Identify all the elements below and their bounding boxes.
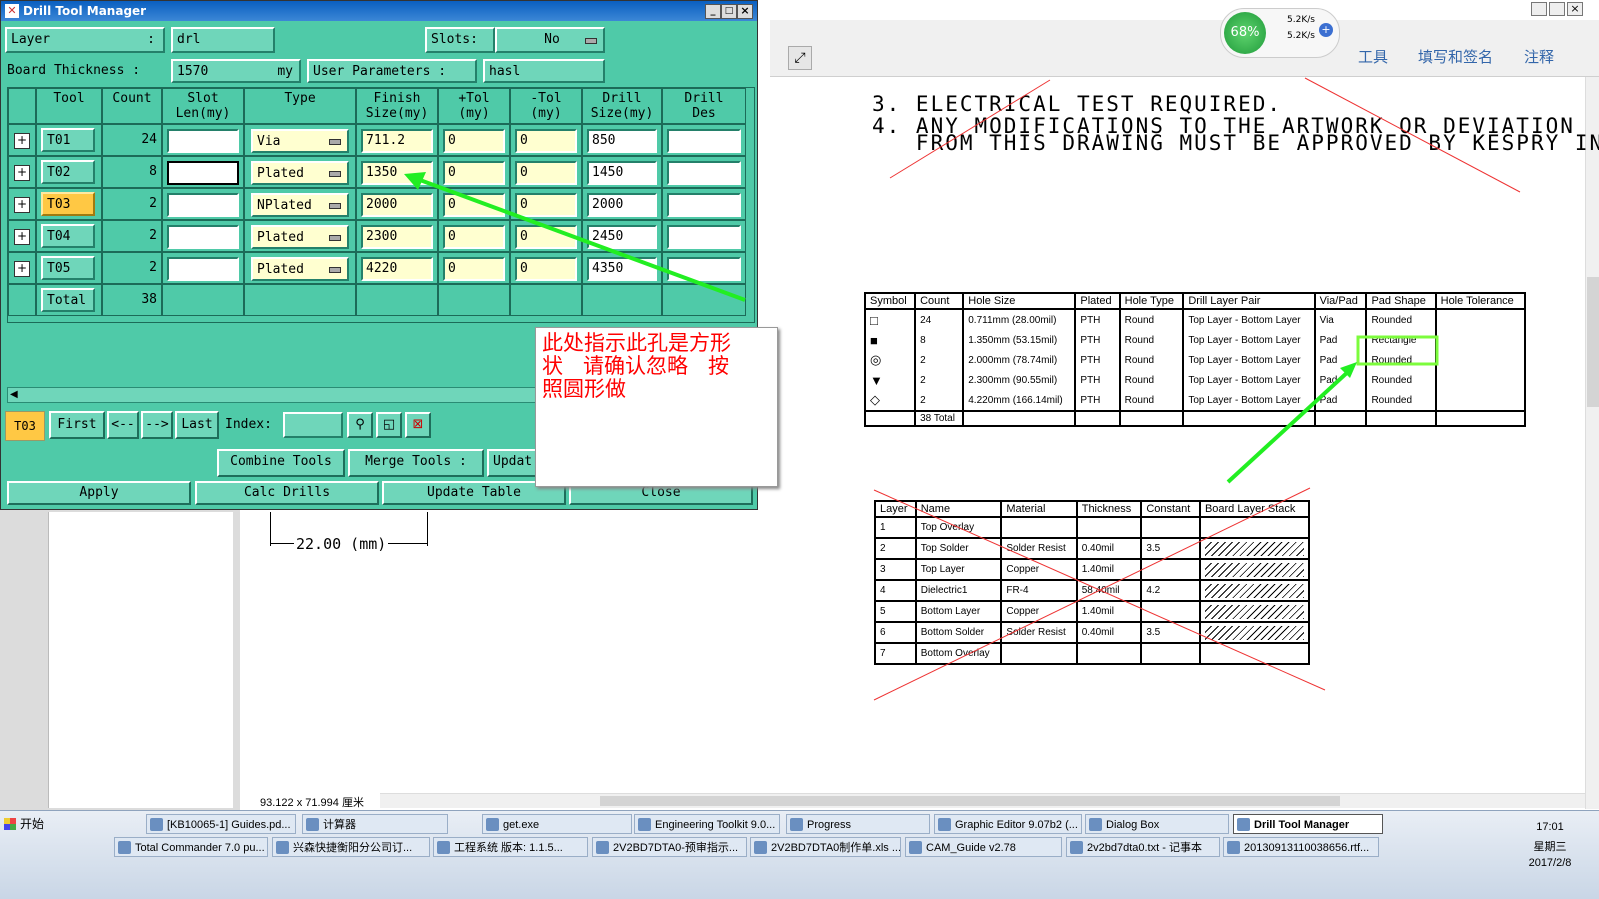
app-icon [1089, 818, 1102, 831]
taskbar-button[interactable]: 20130913110038656.rtf... [1223, 837, 1379, 857]
taskbar-button[interactable]: 2v2bd7dta0.txt - 记事本 [1066, 837, 1220, 857]
taskbar-button[interactable]: Total Commander 7.0 pu... [114, 837, 268, 857]
combine-tools-button[interactable]: Combine Tools [217, 449, 345, 477]
taskbar-label: Total Commander 7.0 pu... [135, 842, 265, 854]
search-icon[interactable]: ⚲ [347, 412, 373, 438]
calc-drills-button[interactable]: Calc Drills [195, 481, 379, 505]
strike-line [889, 79, 1051, 179]
taskbar-label: Progress [807, 819, 852, 831]
update-button[interactable]: Updat [487, 449, 539, 477]
taskbar-label: 兴森快捷衡阳分公司订... [293, 842, 413, 854]
index-label: Index: [225, 417, 272, 432]
clock-date: 2017/2/8 [1528, 857, 1572, 869]
app-icon [938, 818, 951, 831]
app-icon [486, 818, 499, 831]
taskbar-label: 计算器 [323, 819, 356, 831]
first-button[interactable]: First [49, 411, 105, 439]
taskbar-button[interactable]: 工程系统 版本: 1.1.5... [433, 837, 588, 857]
windows-logo-icon [4, 818, 16, 830]
taskbar-label: 2V2BD7DTA0制作单.xls ... [771, 842, 901, 854]
app-icon [1227, 841, 1240, 854]
next-button[interactable]: --> [141, 411, 173, 439]
taskbar-button[interactable]: Dialog Box [1085, 814, 1229, 834]
taskbar-label: get.exe [503, 819, 540, 831]
app-icon [1070, 841, 1083, 854]
clock-weekday: 星期三 [1533, 841, 1567, 853]
taskbar-button[interactable]: Drill Tool Manager [1233, 814, 1383, 834]
taskbar-button[interactable]: Progress [786, 814, 930, 834]
index-field[interactable] [283, 412, 343, 438]
taskbar: 开始 17:01 星期三 2017/2/8 [KB10065-1] Guides… [0, 810, 1599, 899]
taskbar-label: Graphic Editor 9.07b2 (... [955, 819, 1078, 831]
taskbar-button[interactable]: Engineering Toolkit 9.0... [634, 814, 780, 834]
taskbar-button[interactable]: 2V2BD7DTA0制作单.xls ... [750, 837, 901, 857]
taskbar-button[interactable]: [KB10065-1] Guides.pd... [146, 814, 296, 834]
taskbar-button[interactable]: get.exe [482, 814, 632, 834]
prev-button[interactable]: <-- [107, 411, 139, 439]
grid-scrollbar[interactable]: ◀ [7, 387, 539, 403]
apply-button[interactable]: Apply [7, 481, 191, 505]
app-icon [790, 818, 803, 831]
callout-text: 此处指示此孔是方形 状 请确认忽略 按 照圆形做 [542, 331, 731, 401]
taskbar-label: Engineering Toolkit 9.0... [655, 819, 776, 831]
clock[interactable]: 17:01 星期三 2017/2/8 [1510, 821, 1590, 869]
taskbar-button[interactable]: Graphic Editor 9.07b2 (... [934, 814, 1082, 834]
app-icon [909, 841, 922, 854]
taskbar-label: 2v2bd7dta0.txt - 记事本 [1087, 842, 1202, 854]
taskbar-button[interactable]: 计算器 [302, 814, 448, 834]
strike-line [1304, 77, 1521, 193]
current-tool-badge: T03 [5, 411, 45, 441]
annotation-callout: 此处指示此孔是方形 状 请确认忽略 按 照圆形做 [535, 327, 778, 487]
taskbar-label: 20130913110038656.rtf... [1244, 842, 1370, 854]
callout-arrow [404, 172, 746, 302]
start-button[interactable]: 开始 [2, 814, 54, 834]
rectangle-highlight-box [1356, 335, 1439, 366]
clock-time: 17:01 [1536, 821, 1564, 833]
select-icon[interactable]: ◱ [376, 412, 402, 438]
app-icon [276, 841, 289, 854]
taskbar-label: Drill Tool Manager [1254, 819, 1350, 831]
strike-line [873, 487, 1311, 701]
app-icon [150, 818, 163, 831]
taskbar-button[interactable]: 兴森快捷衡阳分公司订... [272, 837, 430, 857]
app-icon [1237, 818, 1250, 831]
taskbar-label: 工程系统 版本: 1.1.5... [454, 842, 563, 854]
app-icon [596, 841, 609, 854]
taskbar-label: 2V2BD7DTA0-预审指示... [613, 842, 739, 854]
app-icon [306, 818, 319, 831]
app-icon [437, 841, 450, 854]
merge-tools-button[interactable]: Merge Tools : [348, 449, 484, 477]
taskbar-label: Dialog Box [1106, 819, 1160, 831]
pointer-arrow [1226, 368, 1352, 484]
scroll-left-icon[interactable]: ◀ [10, 389, 18, 400]
start-label: 开始 [20, 817, 45, 831]
taskbar-label: [KB10065-1] Guides.pd... [167, 819, 291, 831]
last-button[interactable]: Last [175, 411, 219, 439]
taskbar-button[interactable]: 2V2BD7DTA0-预审指示... [592, 837, 747, 857]
taskbar-button[interactable]: CAM_Guide v2.78 [905, 837, 1062, 857]
delete-icon[interactable]: ⊠ [405, 412, 431, 438]
app-icon [118, 841, 131, 854]
taskbar-label: CAM_Guide v2.78 [926, 842, 1016, 854]
app-icon [754, 841, 767, 854]
app-icon [638, 818, 651, 831]
